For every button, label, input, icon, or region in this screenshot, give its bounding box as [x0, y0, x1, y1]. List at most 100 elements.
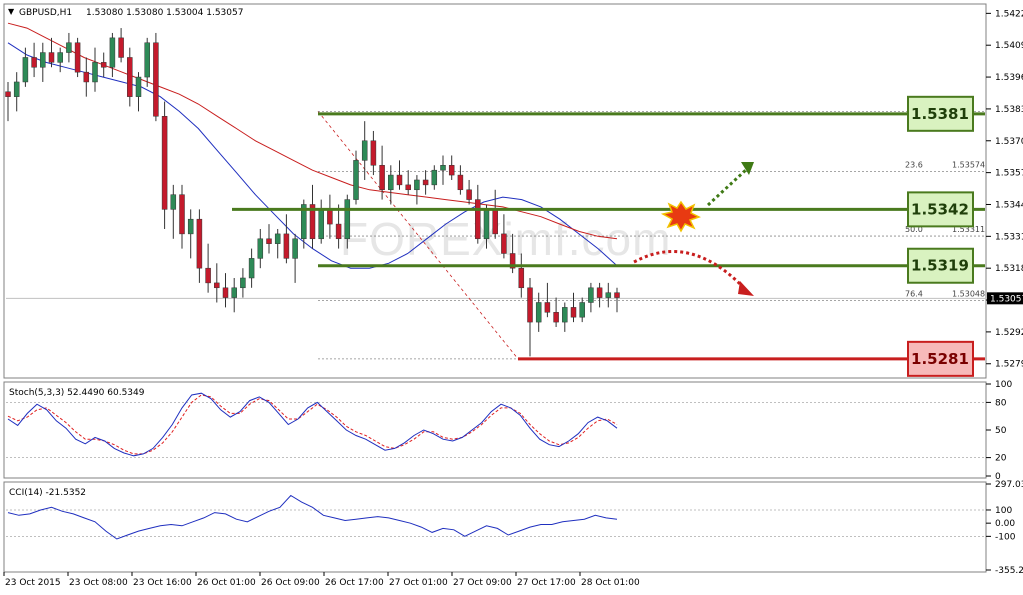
candle-body	[240, 277, 246, 289]
candle-body	[596, 287, 603, 298]
candle-body	[74, 42, 81, 73]
candle-body	[422, 179, 429, 186]
candle-body	[414, 179, 420, 191]
price-tick-label: 1.53440	[995, 200, 1023, 210]
candle-body	[214, 282, 220, 289]
cci-tick-label: -100	[995, 532, 1016, 542]
candle-body	[483, 209, 490, 240]
time-tick-label: 26 Oct 01:00	[197, 578, 256, 588]
candle-body	[570, 307, 577, 318]
cci-tick-label: -355.2388	[995, 566, 1023, 576]
symbol-label: GBPUSD,H1	[19, 8, 72, 18]
resistance-level-label: 1.5381	[911, 105, 969, 123]
candle-body	[466, 189, 472, 200]
candle-body	[327, 209, 333, 225]
price-tick-label: 1.53700	[995, 137, 1023, 147]
candle-body	[31, 57, 37, 68]
time-tick-label: 23 Oct 08:00	[69, 578, 128, 588]
candle-body	[92, 62, 98, 83]
candle-body	[335, 223, 342, 240]
stochastic-tick-label: 100	[995, 380, 1012, 390]
resistance-level-label: 1.5342	[911, 200, 969, 218]
price-chart: FOREXimf.com ▼ GBPUSD,H1 1.53080 1.53080…	[3, 3, 1023, 588]
candle-body	[196, 218, 203, 269]
cci-tick-label: 0.00	[995, 519, 1015, 529]
candle-body	[153, 42, 159, 117]
price-tick-label: 1.53960	[995, 73, 1023, 83]
candle-body	[222, 287, 229, 298]
chart-root: FOREXimf.com ▼ GBPUSD,H1 1.53080 1.53080…	[0, 0, 1023, 591]
candle-body	[579, 302, 585, 318]
time-tick-label: 27 Oct 01:00	[389, 578, 448, 588]
candle-body	[257, 238, 264, 259]
candle-body	[5, 91, 11, 97]
candle-body	[127, 57, 133, 97]
stochastic-label: Stoch(5,3,3) 52.4490 60.5349	[9, 388, 145, 398]
price-axis: 1.54220 1.54090 1.53960 1.53830 1.53700 1.535…	[986, 9, 1023, 576]
candle-body	[318, 209, 324, 240]
candle-body	[605, 292, 612, 298]
candle-body	[431, 169, 438, 186]
candle-body	[562, 307, 568, 323]
candle-body	[501, 233, 507, 254]
time-tick-label: 26 Oct 09:00	[261, 578, 320, 588]
candle-body	[274, 233, 281, 244]
price-tick-label: 1.53310	[995, 232, 1023, 242]
candle-body	[405, 184, 411, 191]
candle-body	[13, 81, 20, 97]
price-tick-label: 1.52920	[995, 328, 1023, 338]
candle-body	[535, 302, 542, 323]
stochastic-tick-label: 50	[995, 426, 1007, 436]
time-tick-label: 27 Oct 17:00	[517, 578, 576, 588]
candle-body	[283, 233, 290, 259]
candle-body	[170, 194, 177, 210]
stochastic-panel[interactable]	[3, 381, 987, 479]
candle-body	[361, 140, 368, 161]
candle-body	[396, 174, 403, 186]
candle-body	[588, 287, 594, 303]
candle-body	[518, 267, 525, 289]
current-price-label: 1.53057	[990, 294, 1023, 304]
candle-body	[388, 174, 394, 191]
cci-label: CCI(14) -21.5352	[9, 488, 86, 498]
price-tick-label: 1.54220	[995, 9, 1023, 19]
price-tick-label: 1.53830	[995, 105, 1023, 115]
candle-body	[231, 287, 237, 298]
candle-body	[370, 140, 377, 166]
time-tick-label: 23 Oct 2015	[5, 578, 61, 588]
candle-body	[83, 71, 90, 83]
candle-body	[527, 287, 533, 323]
candle-body	[266, 238, 272, 244]
cci-tick-label: 297.0354	[995, 480, 1023, 490]
support-level-label: 1.5281	[911, 350, 969, 368]
candle-body	[100, 62, 107, 68]
candle-body	[144, 42, 150, 78]
price-tick-label: 1.54090	[995, 41, 1023, 51]
time-axis: 23 Oct 2015 23 Oct 08:00 23 Oct 16:00 26 Oc…	[3, 572, 640, 588]
support-level-label: 1.5319	[911, 257, 969, 275]
stochastic-tick-label: 80	[995, 398, 1007, 408]
time-tick-label: 26 Oct 17:00	[325, 578, 384, 588]
price-tick-label: 1.53570	[995, 169, 1023, 179]
candle-body	[48, 52, 55, 63]
candle-body	[353, 160, 359, 200]
stochastic-tick-label: 20	[995, 454, 1007, 464]
candle-body	[492, 209, 498, 235]
candle-body	[135, 76, 142, 97]
candle-body	[440, 165, 446, 171]
candle-body	[448, 165, 455, 176]
candle-body	[66, 42, 72, 53]
collapse-arrow-icon[interactable]: ▼	[8, 7, 15, 16]
ohlc-readout: 1.53080 1.53080 1.53004 1.53057	[86, 8, 243, 18]
fib-ratio-label: 76.4	[905, 290, 923, 299]
price-tick-label: 1.52790	[995, 360, 1023, 370]
fib-price-label: 1.53048	[952, 290, 985, 299]
time-tick-label: 27 Oct 09:00	[453, 578, 512, 588]
candle-body	[118, 37, 124, 58]
candle-body	[109, 37, 116, 68]
cci-panel[interactable]	[3, 481, 987, 573]
candle-body	[57, 52, 63, 63]
candle-body	[553, 312, 559, 323]
candle-body	[344, 199, 351, 240]
candle-body	[544, 302, 551, 313]
